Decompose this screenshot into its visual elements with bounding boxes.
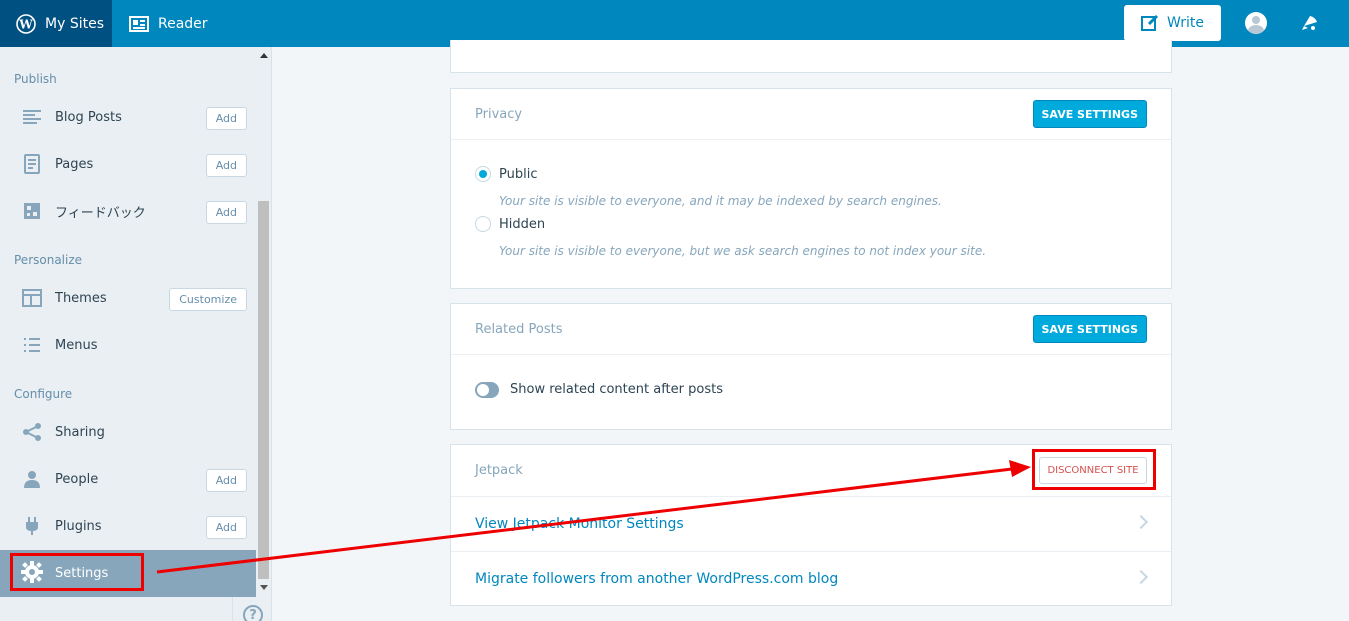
wordpress-logo-icon: W [16,13,36,34]
related-content-toggle-label: Show related content after posts [510,382,723,397]
sidebar-item-feedback[interactable]: フィードバック Add [0,189,256,233]
sidebar-item-label: Blog Posts [55,109,122,125]
add-feedback-button[interactable]: Add [205,201,247,224]
reader-label: Reader [158,15,208,32]
privacy-title: Privacy [475,107,523,122]
migrate-followers-link-row[interactable]: Migrate followers from another WordPress… [451,551,1171,606]
my-sites-button[interactable]: W My Sites [0,0,112,47]
add-plugin-button[interactable]: Add [205,516,247,539]
radio-public-description: Your site is visible to everyone, and it… [499,194,942,208]
posts-icon [21,107,43,127]
sidebar-scrollbar[interactable] [256,47,271,590]
migrate-followers-link[interactable]: Migrate followers from another WordPress… [475,571,838,587]
related-posts-card-header: Related Posts SAVE SETTINGS [451,304,1171,355]
sidebar-item-label: フィードバック [55,205,146,221]
pages-icon [21,154,43,174]
sidebar-item-label: Themes [55,290,107,306]
radio-public-control[interactable] [475,166,491,182]
sidebar-item-blog-posts[interactable]: Blog Posts Add [0,95,256,139]
privacy-card-header: Privacy SAVE SETTINGS [451,89,1171,140]
add-people-button[interactable]: Add [205,469,247,492]
radio-hidden[interactable]: Hidden [475,216,545,232]
scroll-up-arrow-icon[interactable] [260,53,268,58]
sidebar-footer: ? [232,597,272,621]
privacy-card: Privacy SAVE SETTINGS Public Your site i… [450,88,1172,289]
settings-highlight-box [10,553,144,591]
avatar[interactable] [1245,12,1267,34]
scroll-down-arrow-icon[interactable] [260,585,268,590]
notifications-bell-icon[interactable] [1300,13,1320,37]
menus-icon [21,335,43,355]
jetpack-monitor-link[interactable]: View Jetpack Monitor Settings [475,516,684,532]
sidebar-item-label: People [55,471,99,487]
write-button[interactable]: Write [1124,5,1221,41]
sidebar-item-label: Plugins [55,518,102,534]
related-posts-title: Related Posts [475,322,563,337]
related-posts-card: Related Posts SAVE SETTINGS Show related… [450,303,1172,430]
avatar-body-icon [1248,25,1264,34]
add-page-button[interactable]: Add [205,154,247,177]
section-heading-configure: Configure [14,387,73,401]
privacy-save-settings-button[interactable]: SAVE SETTINGS [1032,100,1147,128]
previous-settings-card [450,40,1172,73]
customize-button[interactable]: Customize [169,288,247,311]
share-icon [21,422,43,442]
radio-public[interactable]: Public [475,166,537,182]
reader-icon [129,15,149,32]
plug-icon [21,516,43,536]
related-posts-body: Show related content after posts [451,355,1171,429]
sidebar-item-pages[interactable]: Pages Add [0,142,256,186]
jetpack-title: Jetpack [475,463,523,478]
themes-icon [21,288,43,308]
sidebar: Publish Blog Posts Add Pages Add フィードバック… [0,47,272,621]
sidebar-item-label: Sharing [55,424,105,440]
reader-button[interactable]: Reader [112,0,222,47]
related-posts-save-settings-button[interactable]: SAVE SETTINGS [1032,315,1147,343]
chevron-right-icon [1133,514,1149,530]
sidebar-item-label: Pages [55,156,94,172]
disconnect-highlight-box [1032,449,1156,490]
feedback-icon [21,201,43,221]
related-content-toggle[interactable] [475,382,499,398]
svg-text:W: W [18,17,33,31]
add-post-button[interactable]: Add [205,107,247,130]
radio-hidden-label: Hidden [499,216,546,232]
sidebar-item-themes[interactable]: Themes Customize [0,276,256,320]
pencil-icon [1141,14,1159,32]
my-sites-label: My Sites [45,15,104,32]
write-label: Write [1167,15,1204,31]
help-icon[interactable]: ? [243,605,263,621]
radio-public-label: Public [499,166,538,182]
sidebar-item-sharing[interactable]: Sharing [0,410,256,454]
sidebar-item-people[interactable]: People Add [0,457,256,501]
jetpack-monitor-link-row[interactable]: View Jetpack Monitor Settings [451,496,1171,551]
radio-hidden-description: Your site is visible to everyone, but we… [499,244,987,258]
sidebar-item-menus[interactable]: Menus [0,323,256,367]
section-heading-publish: Publish [14,72,57,86]
sidebar-item-plugins[interactable]: Plugins Add [0,504,256,548]
section-heading-personalize: Personalize [14,253,83,267]
person-icon [21,469,43,489]
chevron-right-icon [1133,569,1149,585]
sidebar-item-label: Menus [55,337,98,353]
avatar-head-icon [1252,16,1260,24]
scroll-thumb[interactable] [258,201,269,579]
radio-hidden-control[interactable] [475,216,491,232]
